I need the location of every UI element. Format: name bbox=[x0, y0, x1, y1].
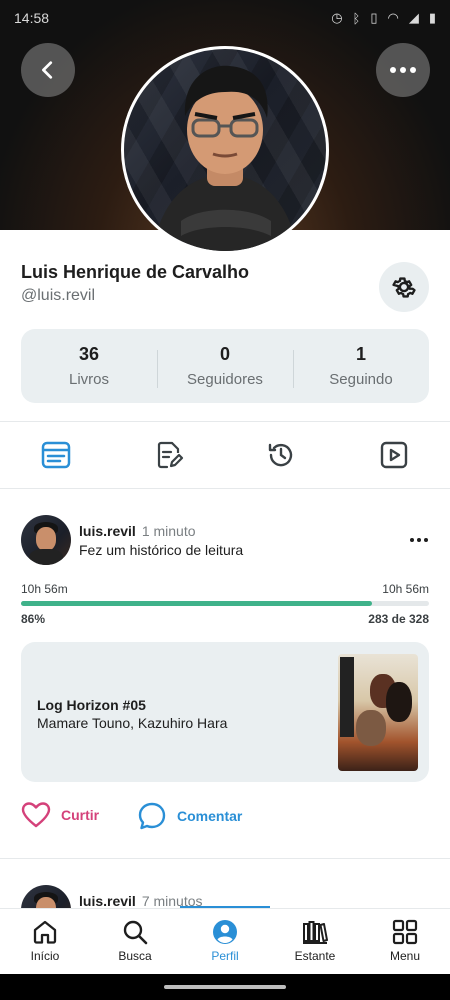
reading-progress-fill bbox=[21, 601, 372, 606]
book-cover bbox=[338, 654, 418, 771]
bottom-navigation: Início Busca Perfil Estante Menu bbox=[0, 908, 450, 974]
profile-tabs bbox=[0, 422, 450, 488]
bluetooth-icon: ᛒ bbox=[352, 10, 361, 26]
book-author: Mamare Touno, Kazuhiro Hara bbox=[37, 715, 228, 731]
post-action-text: Fez um histórico de leitura bbox=[79, 542, 244, 558]
list-icon bbox=[42, 441, 71, 469]
post-header: luis.revil 1 minuto bbox=[79, 523, 196, 541]
history-icon bbox=[269, 443, 293, 467]
heart-icon bbox=[21, 802, 51, 828]
nav-home[interactable]: Início bbox=[0, 909, 90, 974]
profile-icon bbox=[213, 920, 237, 944]
more-options-button[interactable] bbox=[376, 43, 430, 97]
book-card[interactable]: Log Horizon #05 Mamare Touno, Kazuhiro H… bbox=[21, 642, 429, 782]
stat-books[interactable]: 36 Livros bbox=[21, 344, 157, 388]
divider bbox=[0, 858, 450, 859]
edit-document-icon bbox=[157, 441, 183, 469]
reading-progress-bar bbox=[21, 601, 429, 606]
comment-label: Comentar bbox=[177, 808, 243, 824]
profile-avatar[interactable] bbox=[121, 46, 329, 254]
grid-menu-icon bbox=[392, 919, 418, 945]
stat-followers[interactable]: 0 Seguidores bbox=[157, 344, 293, 388]
back-button[interactable] bbox=[21, 43, 75, 97]
like-button[interactable]: Curtir bbox=[21, 801, 99, 829]
signal-icon: ◢ bbox=[408, 10, 419, 25]
stat-following[interactable]: 1 Seguindo bbox=[293, 344, 429, 388]
status-bar: 14:58 ◷ ᛒ ▯ ◠ ◢ ▮ bbox=[0, 0, 450, 36]
avatar-illustration bbox=[152, 65, 298, 251]
stat-books-label: Livros bbox=[68, 371, 109, 388]
post-more-button[interactable] bbox=[404, 530, 434, 550]
nav-menu[interactable]: Menu bbox=[360, 909, 450, 974]
more-horizontal-icon bbox=[390, 67, 416, 73]
alarm-icon: ◷ bbox=[331, 10, 343, 25]
nav-search-label: Busca bbox=[118, 949, 152, 963]
post-username[interactable]: luis.revil bbox=[79, 893, 136, 909]
tab-videos[interactable] bbox=[338, 422, 450, 488]
stat-followers-label: Seguidores bbox=[187, 371, 263, 388]
reading-time-end: 10h 56m bbox=[382, 582, 429, 596]
nav-profile-label: Perfil bbox=[211, 949, 239, 963]
home-icon bbox=[33, 920, 57, 944]
home-indicator[interactable] bbox=[164, 985, 286, 989]
reading-percent: 86% bbox=[21, 612, 46, 626]
stat-following-count: 1 bbox=[355, 344, 366, 364]
stat-followers-count: 0 bbox=[219, 344, 230, 364]
vibrate-icon: ▯ bbox=[370, 10, 378, 25]
nav-profile[interactable]: Perfil bbox=[180, 909, 270, 974]
comment-button[interactable]: Comentar bbox=[137, 801, 242, 831]
wifi-icon: ◠ bbox=[387, 10, 399, 25]
stat-following-label: Seguindo bbox=[329, 371, 393, 388]
tab-history[interactable] bbox=[225, 422, 338, 488]
post-username[interactable]: luis.revil bbox=[79, 523, 136, 539]
nav-bookshelf[interactable]: Estante bbox=[270, 909, 360, 974]
tab-feed[interactable] bbox=[0, 422, 113, 488]
profile-stats: 36 Livros 0 Seguidores 1 Seguindo bbox=[21, 329, 429, 403]
nav-bookshelf-label: Estante bbox=[294, 949, 336, 963]
post-time: 1 minuto bbox=[141, 523, 196, 539]
bookshelf-icon bbox=[303, 921, 328, 944]
comment-icon bbox=[138, 802, 166, 830]
book-title: Log Horizon #05 bbox=[37, 697, 146, 713]
search-icon bbox=[123, 920, 148, 945]
post-avatar[interactable] bbox=[21, 515, 71, 565]
more-horizontal-icon bbox=[410, 538, 428, 542]
gear-icon bbox=[392, 277, 416, 298]
settings-button[interactable] bbox=[379, 262, 429, 312]
reading-pages: 283 de 328 bbox=[368, 612, 429, 626]
chevron-left-icon bbox=[42, 61, 53, 79]
stat-books-count: 36 bbox=[78, 344, 100, 364]
reading-time-start: 10h 56m bbox=[21, 582, 68, 596]
nav-menu-label: Menu bbox=[389, 949, 421, 963]
play-icon bbox=[380, 441, 407, 469]
tab-reviews[interactable] bbox=[113, 422, 226, 488]
nav-search[interactable]: Busca bbox=[90, 909, 180, 974]
profile-handle: @luis.revil bbox=[21, 287, 96, 304]
divider bbox=[0, 488, 450, 489]
battery-icon: ▮ bbox=[428, 10, 436, 25]
nav-home-label: Início bbox=[30, 949, 60, 963]
like-label: Curtir bbox=[61, 807, 100, 823]
status-time: 14:58 bbox=[14, 10, 50, 26]
profile-name: Luis Henrique de Carvalho bbox=[21, 262, 250, 282]
status-icons: ◷ ᛒ ▯ ◠ ◢ ▮ bbox=[331, 10, 436, 26]
